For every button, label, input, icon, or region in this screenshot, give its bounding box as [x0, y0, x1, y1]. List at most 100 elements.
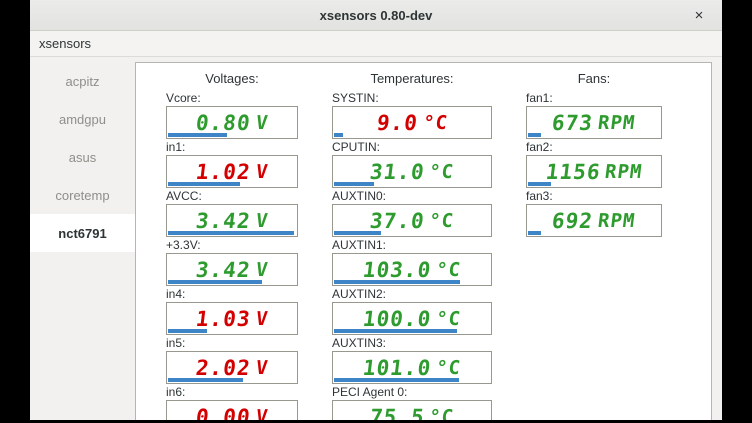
sensor-lcd-display: 1156 RPM — [526, 155, 662, 188]
sensor-value: 692 — [551, 209, 595, 233]
sensor-progress-bar — [168, 280, 262, 284]
sensor-readings-panel[interactable]: Voltages: Vcore: 0.80 V in1: 1.02 V AVCC… — [135, 62, 712, 420]
sidebar-item-acpitz[interactable]: acpitz — [30, 62, 135, 100]
column-header: Temperatures: — [332, 71, 492, 87]
sensor-lcd-display: 103.0 °C — [332, 253, 492, 286]
sensor-lcd-display: 75.5 °C — [332, 400, 492, 420]
sensor-label: AUXTIN3: — [332, 336, 492, 350]
sensor-cell-auxtin0: AUXTIN0: 37.0 °C — [332, 189, 492, 237]
sensor-unit: V — [254, 406, 269, 421]
sensor-unit: °C — [435, 259, 463, 281]
sensor-unit: V — [254, 259, 269, 281]
menu-xsensors[interactable]: xsensors — [30, 31, 100, 56]
sensor-label: CPUTIN: — [332, 140, 492, 154]
content-area: acpitz amdgpu asus coretemp nct6791 Volt… — [30, 57, 722, 420]
sensor-cell-in5: in5: 2.02 V — [166, 336, 298, 384]
sensor-unit: °C — [421, 112, 449, 134]
sensor-unit: V — [254, 161, 269, 183]
sensor-value: 3.42 — [195, 209, 253, 233]
sensor-value: 37.0 — [368, 209, 426, 233]
sensor-progress-bar — [168, 231, 294, 235]
sensor-progress-bar — [334, 378, 459, 382]
column-temperatures: Temperatures: SYSTIN: 9.0 °C CPUTIN: 31.… — [332, 71, 492, 420]
sensor-lcd-display: 673 RPM — [526, 106, 662, 139]
sensor-cell-in1: in1: 1.02 V — [166, 140, 298, 188]
sensor-value: 673 — [551, 111, 595, 135]
sensor-progress-bar — [334, 133, 343, 137]
sensor-unit: °C — [435, 357, 463, 379]
sensor-cell-in4: in4: 1.03 V — [166, 287, 298, 335]
sensor-progress-bar — [168, 133, 227, 137]
sensor-lcd-display: 100.0 °C — [332, 302, 492, 335]
column-header: Fans: — [526, 71, 662, 87]
sidebar-item-label: asus — [69, 150, 96, 165]
sensor-progress-bar — [334, 182, 374, 186]
sidebar-item-label: amdgpu — [59, 112, 106, 127]
sensor-label: fan2: — [526, 140, 662, 154]
sensor-progress-bar — [334, 231, 381, 235]
sensor-lcd-display: 0.00 V — [166, 400, 298, 420]
sensor-value: 100.0 — [361, 307, 432, 331]
sensor-label: AUXTIN1: — [332, 238, 492, 252]
sensor-value: 2.02 — [195, 356, 253, 380]
sidebar-item-label: nct6791 — [58, 226, 106, 241]
sensor-unit: °C — [428, 210, 456, 232]
sidebar-item-amdgpu[interactable]: amdgpu — [30, 100, 135, 138]
sensor-label: +3.3V: — [166, 238, 298, 252]
sensor-value: 9.0 — [375, 111, 419, 135]
sensor-cell-systin: SYSTIN: 9.0 °C — [332, 91, 492, 139]
titlebar[interactable]: xsensors 0.80-dev × — [30, 0, 722, 31]
sensor-progress-bar — [168, 329, 207, 333]
sensor-cell-peciagent0: PECI Agent 0: 75.5 °C — [332, 385, 492, 420]
sensor-label: SYSTIN: — [332, 91, 492, 105]
sensor-cell-+3.3v: +3.3V: 3.42 V — [166, 238, 298, 286]
sensor-lcd-display: 1.02 V — [166, 155, 298, 188]
sensor-lcd-display: 1.03 V — [166, 302, 298, 335]
column-cells: fan1: 673 RPM fan2: 1156 RPM fan3: 692 R… — [526, 91, 662, 237]
sensor-progress-bar — [528, 182, 551, 186]
sensor-unit: V — [254, 210, 269, 232]
window-title: xsensors 0.80-dev — [320, 8, 433, 23]
sensor-cell-auxtin1: AUXTIN1: 103.0 °C — [332, 238, 492, 286]
column-header: Voltages: — [166, 71, 298, 87]
sensor-lcd-display: 692 RPM — [526, 204, 662, 237]
sensor-unit: V — [254, 308, 269, 330]
sensor-progress-bar — [168, 378, 243, 382]
sensor-value: 1.03 — [195, 307, 253, 331]
sensor-label: AUXTIN2: — [332, 287, 492, 301]
sensor-cell-fan3: fan3: 692 RPM — [526, 189, 662, 237]
sensor-unit: RPM — [597, 210, 637, 232]
sensor-label: fan1: — [526, 91, 662, 105]
sensor-label: in4: — [166, 287, 298, 301]
sensor-value: 101.0 — [361, 356, 432, 380]
sensor-cell-fan1: fan1: 673 RPM — [526, 91, 662, 139]
sensor-lcd-display: 0.80 V — [166, 106, 298, 139]
sensor-unit: RPM — [604, 161, 644, 183]
sensor-lcd-display: 101.0 °C — [332, 351, 492, 384]
sensor-value: 1156 — [544, 160, 602, 184]
column-cells: SYSTIN: 9.0 °C CPUTIN: 31.0 °C AUXTIN0: … — [332, 91, 492, 420]
sensor-lcd-display: 3.42 V — [166, 253, 298, 286]
sidebar-item-nct6791[interactable]: nct6791 — [30, 214, 135, 252]
sensor-lcd-display: 37.0 °C — [332, 204, 492, 237]
sensor-label: fan3: — [526, 189, 662, 203]
sidebar-item-asus[interactable]: asus — [30, 138, 135, 176]
sensor-value: 3.42 — [195, 258, 253, 282]
sidebar-item-coretemp[interactable]: coretemp — [30, 176, 135, 214]
sensor-cell-avcc: AVCC: 3.42 V — [166, 189, 298, 237]
column-cells: Vcore: 0.80 V in1: 1.02 V AVCC: 3.42 V +… — [166, 91, 298, 420]
sidebar-item-label: coretemp — [55, 188, 109, 203]
sensor-lcd-display: 31.0 °C — [332, 155, 492, 188]
sensor-value: 0.00 — [195, 405, 253, 421]
close-icon[interactable]: × — [689, 5, 709, 25]
sensor-progress-bar — [528, 133, 541, 137]
sensor-unit: °C — [435, 308, 463, 330]
sensor-label: in5: — [166, 336, 298, 350]
sensor-unit: V — [254, 357, 269, 379]
sensor-value: 0.80 — [195, 111, 253, 135]
sensor-unit: °C — [428, 161, 456, 183]
sensor-progress-bar — [168, 182, 240, 186]
sensor-cell-vcore: Vcore: 0.80 V — [166, 91, 298, 139]
sensor-label: AUXTIN0: — [332, 189, 492, 203]
sensor-lcd-display: 3.42 V — [166, 204, 298, 237]
